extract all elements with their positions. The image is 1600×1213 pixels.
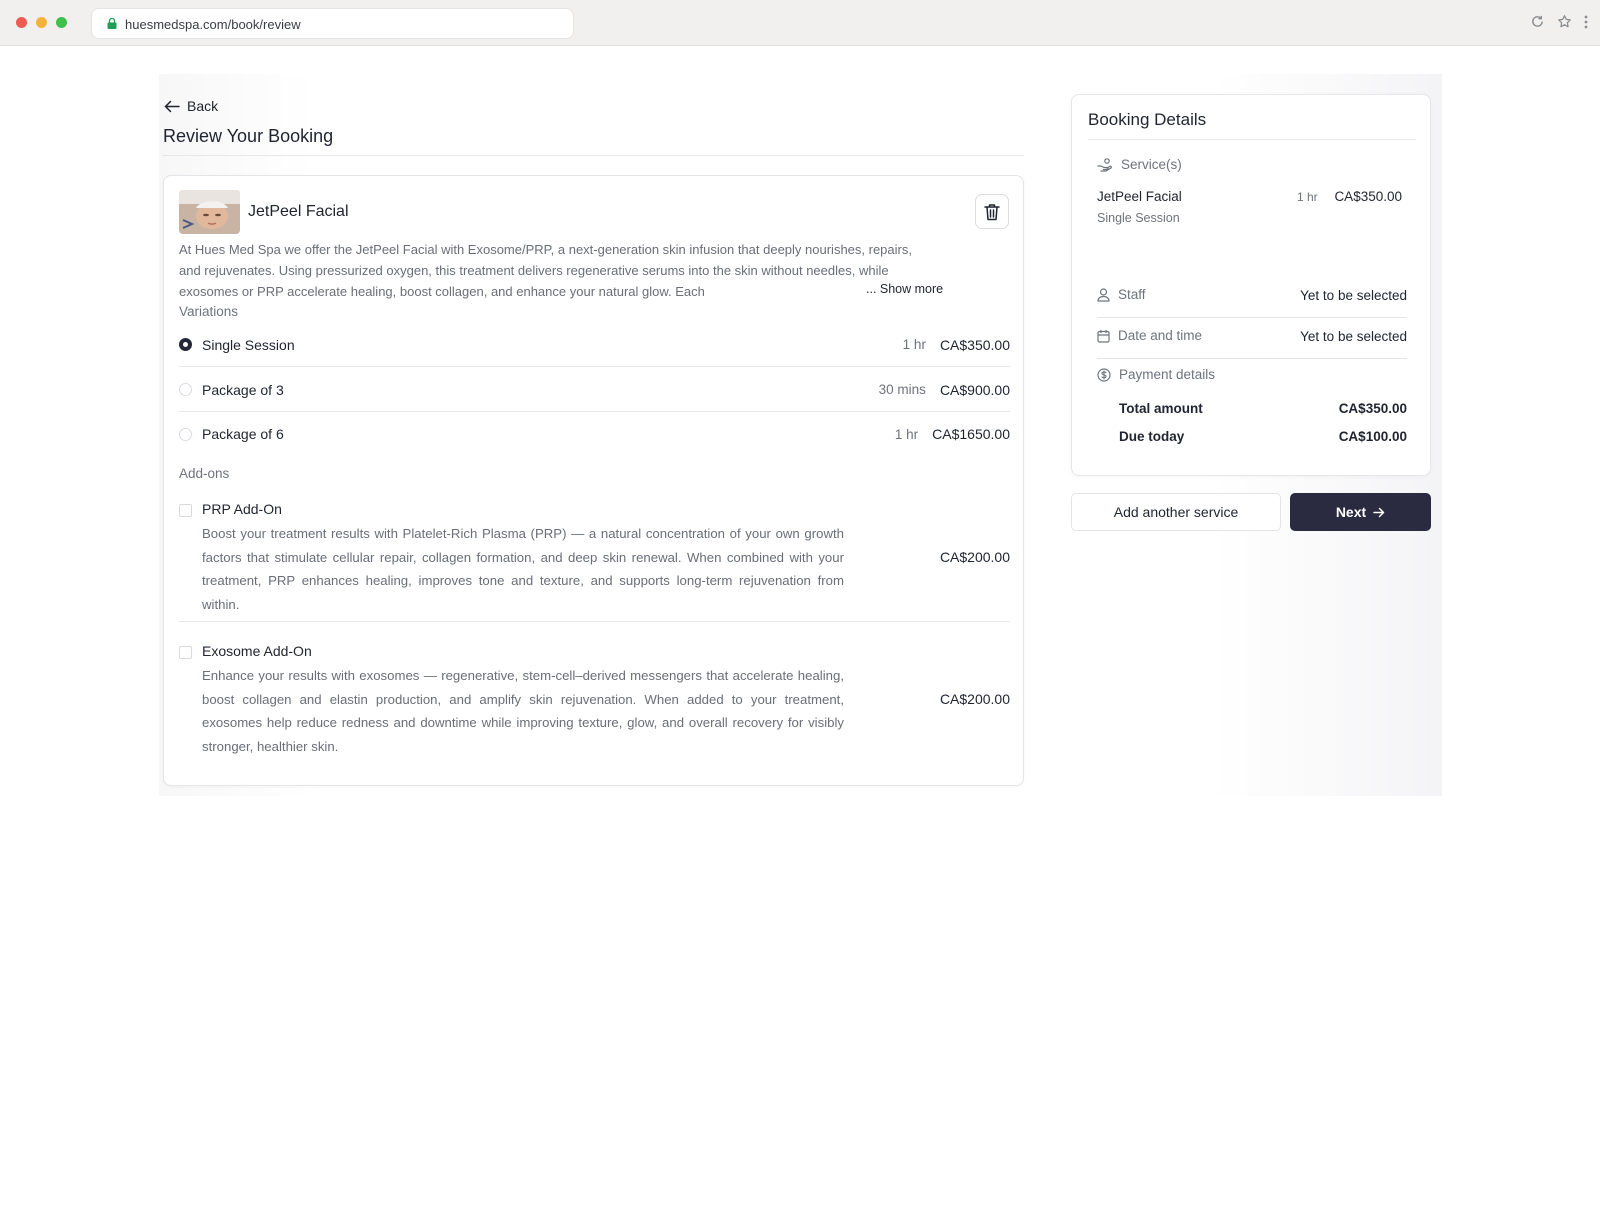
window-minimize-dot[interactable] xyxy=(36,17,47,28)
total-amount-label: Total amount xyxy=(1119,401,1203,416)
next-button[interactable]: Next xyxy=(1290,493,1431,531)
details-service-duration: 1 hr xyxy=(1297,190,1318,204)
addon-item: PRP Add-On Boost your treatment results … xyxy=(179,501,1010,622)
staff-label: Staff xyxy=(1097,287,1146,302)
lock-icon xyxy=(107,18,117,29)
arrow-right-icon xyxy=(1373,507,1385,517)
variation-row[interactable]: Single Session 1 hr CA$350.00 xyxy=(179,323,1010,367)
addon-price: CA$200.00 xyxy=(939,691,1010,707)
total-amount-value: CA$350.00 xyxy=(1338,401,1407,416)
add-another-service-button[interactable]: Add another service xyxy=(1071,493,1281,531)
address-bar[interactable]: huesmedspa.com/book/review xyxy=(91,8,574,39)
datetime-value: Yet to be selected xyxy=(1300,329,1407,344)
due-today-row: Due today CA$100.00 xyxy=(1119,429,1407,444)
variation-radio[interactable] xyxy=(179,383,192,396)
booking-details-card: Booking Details Service(s) JetPeel Facia… xyxy=(1071,94,1431,476)
variation-price: CA$1650.00 xyxy=(932,426,1010,442)
staff-row[interactable]: Staff Yet to be selected xyxy=(1097,277,1407,318)
variation-duration: 1 hr xyxy=(894,426,919,442)
window-close-dot[interactable] xyxy=(16,17,27,28)
window-maximize-dot[interactable] xyxy=(56,17,67,28)
addon-name: Exosome Add-On xyxy=(202,643,312,659)
details-service-price: CA$350.00 xyxy=(1334,189,1402,204)
title-divider xyxy=(163,155,1024,156)
addon-price: CA$200.00 xyxy=(939,549,1010,565)
trash-icon xyxy=(984,203,1000,220)
total-amount-row: Total amount CA$350.00 xyxy=(1119,401,1407,416)
variation-price: CA$350.00 xyxy=(939,336,1010,353)
variation-name: Single Session xyxy=(202,336,295,353)
service-thumbnail xyxy=(179,190,240,234)
dollar-circle-icon xyxy=(1097,367,1111,382)
payment-label-text: Payment details xyxy=(1119,367,1216,382)
back-label: Back xyxy=(187,98,219,114)
details-divider xyxy=(1088,139,1416,140)
url-text: huesmedspa.com/book/review xyxy=(125,17,301,32)
bookmark-star-icon[interactable] xyxy=(1557,14,1572,29)
variation-row[interactable]: Package of 6 1 hr CA$1650.00 xyxy=(179,412,1010,456)
browser-chrome: huesmedspa.com/book/review xyxy=(0,0,1600,46)
reload-icon[interactable] xyxy=(1530,14,1545,29)
due-today-value: CA$100.00 xyxy=(1338,429,1407,444)
staff-label-text: Staff xyxy=(1118,287,1146,302)
details-service-name: JetPeel Facial xyxy=(1097,189,1182,204)
addons-label: Add-ons xyxy=(179,466,230,481)
staff-value: Yet to be selected xyxy=(1300,288,1407,303)
addon-item: Exosome Add-On Enhance your results with… xyxy=(179,643,1010,764)
variations-label: Variations xyxy=(179,304,239,319)
variation-name: Package of 6 xyxy=(202,426,284,442)
booking-details-title: Booking Details xyxy=(1088,110,1207,129)
variation-price: CA$900.00 xyxy=(939,381,1010,398)
datetime-label-text: Date and time xyxy=(1118,328,1203,343)
addon-description: Enhance your results with exosomes — reg… xyxy=(202,668,844,754)
back-link[interactable]: Back xyxy=(164,98,218,114)
due-today-label: Due today xyxy=(1119,429,1185,444)
variation-radio[interactable] xyxy=(179,427,192,441)
service-card: JetPeel Facial At Hues Med Spa we offer … xyxy=(163,175,1024,786)
variation-radio[interactable] xyxy=(179,338,192,351)
services-label-text: Service(s) xyxy=(1121,157,1182,172)
service-name: JetPeel Facial xyxy=(248,203,349,220)
addon-name: PRP Add-On xyxy=(202,501,282,517)
variation-name: Package of 3 xyxy=(202,381,284,398)
service-description: At Hues Med Spa we offer the JetPeel Fac… xyxy=(179,242,912,299)
addon-checkbox[interactable] xyxy=(179,504,192,517)
variation-row[interactable]: Package of 3 30 mins CA$900.00 xyxy=(179,368,1010,412)
addon-description: Boost your treatment results with Platel… xyxy=(202,526,844,612)
details-service-variation: Single Session xyxy=(1097,211,1180,225)
variation-duration: 30 mins xyxy=(878,382,926,397)
arrow-left-icon xyxy=(164,100,180,112)
browser-menu-icon[interactable] xyxy=(1584,15,1588,29)
next-button-label: Next xyxy=(1335,504,1367,520)
services-label: Service(s) xyxy=(1097,157,1182,172)
user-icon xyxy=(1097,287,1110,302)
delete-service-button[interactable] xyxy=(975,194,1009,229)
calendar-icon xyxy=(1097,329,1110,343)
page-title: Review Your Booking xyxy=(163,126,334,146)
datetime-label: Date and time xyxy=(1097,328,1202,343)
variation-duration: 1 hr xyxy=(902,337,926,352)
show-more-link[interactable]: ... Show more xyxy=(864,282,944,296)
addon-checkbox[interactable] xyxy=(179,646,192,659)
datetime-row[interactable]: Date and time Yet to be selected xyxy=(1097,318,1407,359)
hand-service-icon xyxy=(1097,157,1112,172)
payment-details-label: Payment details xyxy=(1097,367,1215,382)
